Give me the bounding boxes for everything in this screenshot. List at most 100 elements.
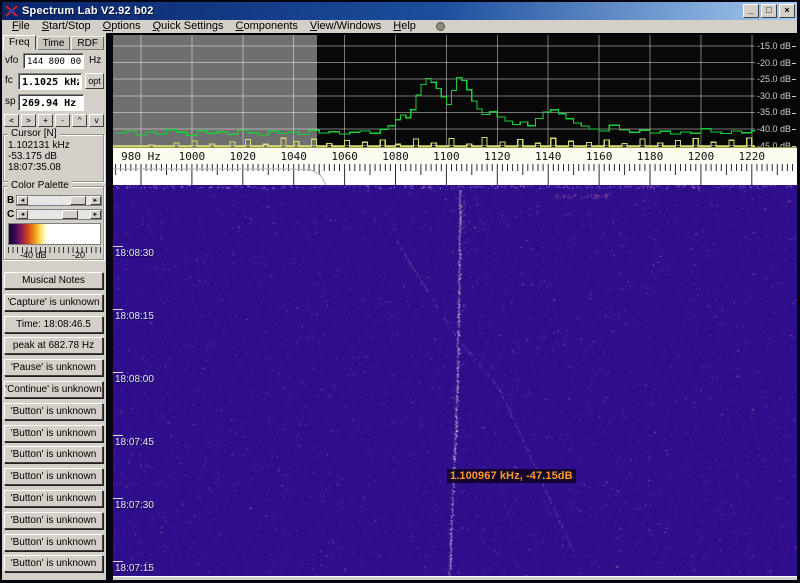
- tab-time[interactable]: Time: [37, 36, 71, 50]
- time-axis-label: 18:08:30: [115, 249, 154, 259]
- freq-axis-label: 1020: [230, 150, 257, 163]
- freq-axis-label: 1200: [688, 150, 715, 163]
- freq-axis-label: 1140: [535, 150, 562, 163]
- db-axis-label: -25.0 dB: [757, 74, 796, 84]
- menu-view-windows[interactable]: View/Windows: [304, 20, 387, 33]
- time-axis-label: 18:08:15: [115, 312, 154, 322]
- palette-scale-left-label: -40 dB: [20, 250, 47, 260]
- color-palette-group: Color Palette B ◄ ► C ◄ ► -40 dB: [3, 186, 104, 260]
- freq-axis-label: 1040: [280, 150, 307, 163]
- time-axis-label: 18:07:30: [115, 501, 154, 511]
- user-button-5[interactable]: 'Continue' is unknown: [4, 381, 103, 398]
- slider-left-arrow-icon[interactable]: ◄: [17, 196, 28, 205]
- opt-button[interactable]: opt: [85, 73, 104, 89]
- waterfall-display[interactable]: 18:08:30 18:08:15 18:08:00 18:07:45 18:07:30…: [113, 185, 797, 576]
- time-axis-label: 18:07:45: [115, 438, 154, 448]
- waterfall-canvas[interactable]: [113, 185, 797, 576]
- slider-right-arrow-icon[interactable]: ►: [90, 210, 101, 219]
- frequency-axis-labels: 980 Hz1000102010401060108011001120114011…: [113, 147, 797, 164]
- time-axis-tick: [113, 561, 123, 562]
- time-axis-tick: [113, 435, 123, 436]
- db-axis-label: -40.0 dB: [757, 124, 796, 134]
- slider-right-arrow-icon[interactable]: ►: [90, 196, 101, 205]
- db-axis-label: -15.0 dB: [757, 41, 796, 51]
- user-button-1[interactable]: 'Capture' is unknown: [4, 294, 103, 311]
- menu-components[interactable]: Components: [230, 20, 304, 33]
- time-axis-label: 18:08:00: [115, 375, 154, 385]
- user-button-2[interactable]: Time: 18:08:46.5: [4, 316, 103, 333]
- menu-file[interactable]: File: [6, 20, 36, 33]
- menu-start-stop[interactable]: Start/Stop: [36, 20, 97, 33]
- app-icon: [5, 5, 19, 18]
- freq-axis-label: 1080: [382, 150, 409, 163]
- amplitude-axis: -15.0 dB-20.0 dB-25.0 dB-30.0 dB-35.0 dB…: [756, 35, 797, 147]
- title-bar[interactable]: Spectrum Lab V2.92 b02 _ □ ×: [2, 2, 797, 20]
- brightness-slider-label: B: [7, 195, 16, 206]
- sp-input[interactable]: [18, 94, 84, 111]
- freq-axis-label: 1160: [586, 150, 613, 163]
- time-axis-tick: [113, 498, 123, 499]
- time-axis-tick: [113, 372, 123, 373]
- user-button-10[interactable]: 'Button' is unknown: [4, 490, 103, 507]
- cursor-group: Cursor [N] 1.102131 kHz -53.175 dB 18:07…: [3, 134, 104, 182]
- freq-axis-label: 980 Hz: [121, 150, 161, 163]
- sp-row: sp: [2, 94, 106, 111]
- vfo-input[interactable]: [23, 53, 84, 69]
- user-button-6[interactable]: 'Button' is unknown: [4, 403, 103, 420]
- freq-axis-label: 1120: [484, 150, 511, 163]
- menu-options[interactable]: Options: [97, 20, 147, 33]
- palette-gradient-bar: [8, 223, 101, 245]
- tab-rdf[interactable]: RDF: [71, 36, 104, 50]
- user-button-11[interactable]: 'Button' is unknown: [4, 512, 103, 529]
- user-button-8[interactable]: 'Button' is unknown: [4, 446, 103, 463]
- freq-axis-label: 1000: [179, 150, 206, 163]
- sp-label: sp: [5, 96, 16, 107]
- tab-freq[interactable]: Freq: [3, 35, 36, 50]
- fc-input[interactable]: [18, 73, 82, 90]
- time-axis-label: 18:07:15: [115, 564, 154, 574]
- user-button-7[interactable]: 'Button' is unknown: [4, 425, 103, 442]
- zoom-in-button[interactable]: +: [38, 114, 53, 127]
- user-button-13[interactable]: 'Button' is unknown: [4, 555, 103, 572]
- contrast-slider[interactable]: ◄ ►: [16, 209, 102, 220]
- color-palette-title: Color Palette: [8, 180, 72, 191]
- frequency-nav-buttons: <>+-^v: [4, 114, 104, 127]
- maximize-button[interactable]: □: [761, 4, 777, 18]
- db-axis-label: -30.0 dB: [757, 91, 796, 101]
- vfo-label: vfo: [5, 55, 18, 66]
- user-button-12[interactable]: 'Button' is unknown: [4, 534, 103, 551]
- menu-quick-settings[interactable]: Quick Settings: [147, 20, 230, 33]
- shift-down-button[interactable]: v: [89, 114, 104, 127]
- brightness-slider-row: B ◄ ►: [7, 194, 102, 206]
- step-left-button[interactable]: <: [4, 114, 19, 127]
- user-button-3[interactable]: peak at 682.78 Hz: [4, 337, 103, 354]
- shift-up-button[interactable]: ^: [72, 114, 87, 127]
- spectrum-plot[interactable]: [113, 35, 755, 147]
- slider-left-arrow-icon[interactable]: ◄: [17, 210, 28, 219]
- user-button-9[interactable]: 'Button' is unknown: [4, 468, 103, 485]
- cursor-frequency: 1.102131 kHz: [4, 140, 103, 151]
- time-axis-tick: [113, 246, 123, 247]
- app-window: Spectrum Lab V2.92 b02 _ □ × FileStart/S…: [0, 0, 800, 583]
- frequency-ruler[interactable]: 980 Hz1000102010401060108011001120114011…: [113, 147, 797, 185]
- cursor-level: -53.175 dB: [4, 151, 103, 162]
- user-button-0[interactable]: Musical Notes: [4, 272, 103, 289]
- contrast-slider-row: C ◄ ►: [7, 208, 102, 220]
- step-right-button[interactable]: >: [21, 114, 36, 127]
- time-axis-tick: [113, 309, 123, 310]
- user-button-4[interactable]: 'Pause' is unknown: [4, 359, 103, 376]
- freq-axis-label: 1060: [331, 150, 358, 163]
- contrast-slider-label: C: [7, 209, 16, 220]
- brightness-slider[interactable]: ◄ ►: [16, 195, 102, 206]
- vfo-row: vfo Hz: [2, 53, 106, 70]
- status-led-icon: [436, 22, 445, 31]
- minimize-button[interactable]: _: [743, 4, 759, 18]
- fc-row: fc opt: [2, 73, 106, 90]
- zoom-out-button[interactable]: -: [55, 114, 70, 127]
- close-button[interactable]: ×: [779, 4, 795, 18]
- fc-label: fc: [5, 75, 13, 86]
- freq-axis-label: 1220: [739, 150, 766, 163]
- cursor-time: 18:07:35.08: [4, 162, 103, 173]
- menu-help[interactable]: Help: [387, 20, 422, 33]
- window-title: Spectrum Lab V2.92 b02: [22, 5, 743, 17]
